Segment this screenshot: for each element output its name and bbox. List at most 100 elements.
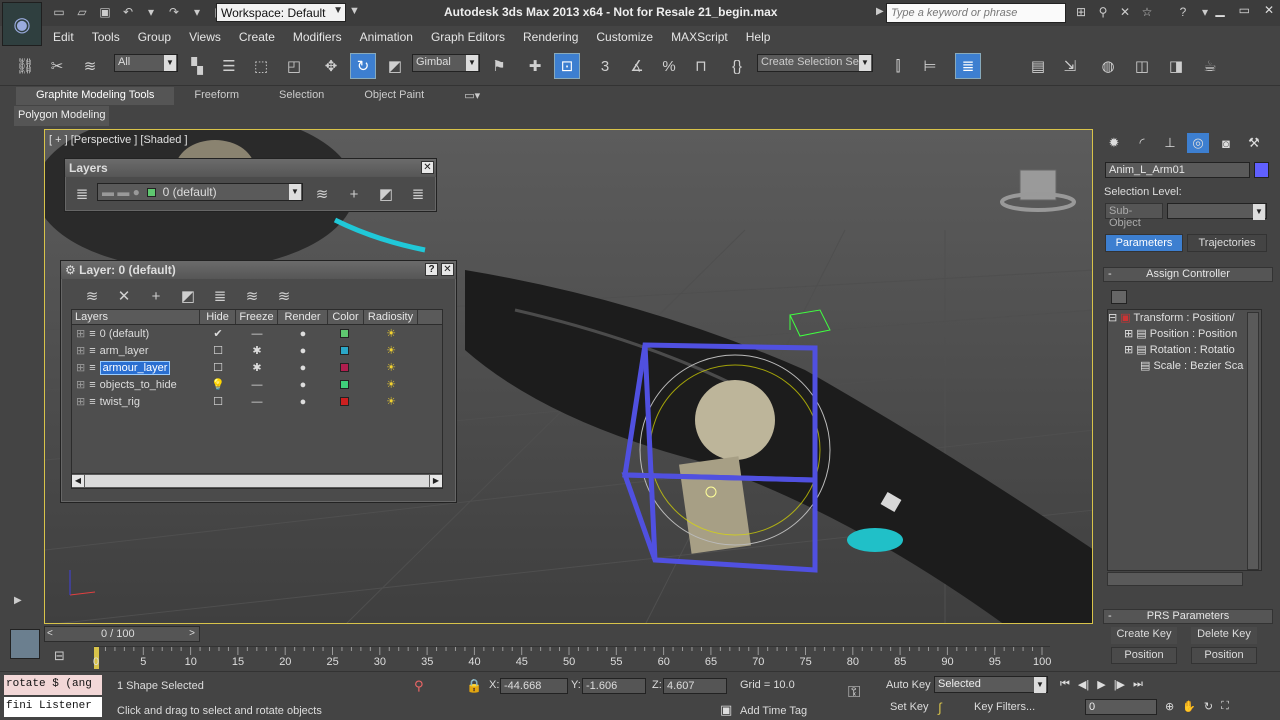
menu-graph-editors[interactable]: Graph Editors — [422, 27, 514, 47]
render-teapot-icon[interactable]: ● — [278, 328, 328, 340]
rect-region-icon[interactable]: ⬚ — [248, 53, 274, 79]
layers-toolbar-title[interactable]: Layers ✕ — [65, 159, 436, 177]
current-frame-input[interactable]: 0 — [1085, 699, 1157, 715]
zoom-icon[interactable]: ⊕ — [1165, 700, 1174, 713]
link-icon[interactable]: ⛓ — [12, 53, 38, 79]
utilities-tab-icon[interactable]: ⚒ — [1243, 133, 1265, 153]
freeze-toggle[interactable]: — — [236, 328, 278, 340]
select-highlighted-icon[interactable]: ◩ — [175, 283, 201, 309]
orbit-icon[interactable]: ↻ — [1204, 700, 1213, 713]
create-position-key-button[interactable]: Position — [1111, 647, 1177, 664]
render-teapot-icon[interactable]: ● — [278, 345, 328, 357]
set-key-icon[interactable]: ⚿ — [848, 684, 860, 702]
pan-icon[interactable]: ✋ — [1182, 700, 1196, 713]
edit-named-sets-icon[interactable]: {} — [724, 53, 750, 79]
binoculars-icon[interactable]: ⊞ — [1072, 3, 1090, 21]
radiosity-icon[interactable]: ☀ — [364, 361, 418, 374]
scroll-right-icon[interactable]: ▶ — [430, 475, 442, 487]
x-coord-input[interactable]: -44.668 — [500, 678, 568, 694]
render-setup-icon[interactable]: ◨ — [1163, 53, 1189, 79]
layer-name[interactable]: armour_layer — [99, 360, 171, 375]
toggle-layer-manager-icon[interactable]: ≣ — [955, 53, 981, 79]
tab-selection[interactable]: Selection — [259, 87, 344, 105]
select-manipulate-icon[interactable]: ✚ — [522, 53, 548, 79]
menu-views[interactable]: Views — [180, 27, 230, 47]
keyboard-shortcut-icon[interactable]: ⊡ — [554, 53, 580, 79]
object-color-swatch[interactable] — [1254, 162, 1269, 178]
time-slider[interactable]: < 0 / 100 > — [44, 626, 200, 642]
create-layer-selection-icon[interactable]: ≋ — [309, 181, 335, 207]
menu-maxscript[interactable]: MAXScript — [662, 27, 737, 47]
current-layer-dropdown[interactable]: ▬ ▬ ● 0 (default) ▼ — [97, 183, 303, 201]
selection-filter-dropdown[interactable]: All ▼ — [114, 54, 178, 72]
set-current-layer-icon[interactable]: ≣ — [405, 181, 431, 207]
redo-dropdown-icon[interactable]: ▾ — [188, 3, 206, 21]
menu-modifiers[interactable]: Modifiers — [284, 27, 351, 47]
tree-item-scale[interactable]: ▤ Scale : Bezier Sca — [1108, 358, 1261, 374]
key-icon[interactable]: ⚲ — [1094, 3, 1112, 21]
maxscript-listener-input[interactable]: rotate $ (ang — [4, 675, 102, 695]
minimize-icon[interactable]: ▁ — [1215, 3, 1224, 17]
select-in-layer-icon[interactable]: ◩ — [373, 181, 399, 207]
render-teapot-icon[interactable]: ● — [278, 379, 328, 391]
menu-animation[interactable]: Animation — [351, 27, 422, 47]
scale-icon[interactable]: ◩ — [382, 53, 408, 79]
bind-spacewarp-icon[interactable]: ≋ — [77, 53, 103, 79]
exchange-icon[interactable]: ✕ — [1116, 3, 1134, 21]
app-menu-button[interactable]: ◉ — [2, 2, 42, 46]
search-expand-icon[interactable]: ▶ — [876, 6, 884, 17]
trajectories-tab[interactable]: Trajectories — [1187, 234, 1267, 252]
tree-expand-icon[interactable]: ⊞ — [1124, 344, 1133, 356]
parameters-tab[interactable]: Parameters — [1105, 234, 1183, 252]
scroll-thumb[interactable] — [85, 475, 429, 487]
undo-icon[interactable]: ↶ — [119, 3, 137, 21]
add-to-layer-icon[interactable]: + — [341, 181, 367, 207]
controller-tree-vscrollbar[interactable] — [1247, 312, 1259, 570]
redo-icon[interactable]: ↷ — [165, 3, 183, 21]
highlight-selected-icon[interactable]: ≣ — [207, 283, 233, 309]
hide-checkbox[interactable]: ☐ — [200, 361, 236, 374]
spinner-snap-icon[interactable]: ⊓ — [688, 53, 714, 79]
graphite-toggle-icon[interactable]: ▤ — [1025, 53, 1051, 79]
column-freeze[interactable]: Freeze — [236, 310, 278, 324]
tree-expand-icon[interactable]: ⊞ — [76, 361, 85, 374]
viewport-label[interactable]: [ + ] [Perspective ] [Shaded ] — [49, 134, 188, 146]
create-tab-icon[interactable]: ✹ — [1103, 133, 1125, 153]
isolate-selection-icon[interactable]: ⚲ — [414, 678, 424, 694]
play-icon[interactable]: ▶ — [1097, 678, 1105, 691]
maxscript-listener-output[interactable]: fini Listener — [4, 697, 102, 717]
window-crossing-icon[interactable]: ◰ — [281, 53, 307, 79]
workspace-dropdown[interactable]: Workspace: Default ▼ — [216, 3, 346, 22]
sub-object-button[interactable]: Sub-Object — [1105, 203, 1163, 229]
freeze-all-layers-icon[interactable]: ≋ — [271, 283, 297, 309]
modify-tab-icon[interactable]: ◜ — [1131, 133, 1153, 153]
close-icon[interactable]: ✕ — [421, 161, 434, 174]
save-file-icon[interactable]: ▣ — [96, 3, 114, 21]
layer-name[interactable]: objects_to_hide — [100, 379, 177, 391]
unlink-icon[interactable]: ✂ — [44, 53, 70, 79]
next-key-icon[interactable]: |▶ — [1114, 678, 1125, 691]
select-by-name-icon[interactable]: ☰ — [216, 53, 242, 79]
scroll-left-icon[interactable]: ◀ — [72, 475, 84, 487]
layer-color-swatch[interactable] — [340, 379, 349, 389]
menu-rendering[interactable]: Rendering — [514, 27, 587, 47]
menu-edit[interactable]: Edit — [44, 27, 83, 47]
layer-manager-icon[interactable]: ≣ — [69, 181, 95, 207]
named-selection-set-input[interactable]: Create Selection Se ▼ — [757, 54, 873, 72]
display-tab-icon[interactable]: ◙ — [1215, 133, 1237, 153]
mini-curve-editor-icon[interactable]: ⊟ — [54, 648, 74, 666]
assign-controller-icon[interactable] — [1111, 290, 1127, 304]
radiosity-icon[interactable]: ☀ — [364, 327, 418, 340]
layer-name[interactable]: 0 (default) — [100, 328, 150, 340]
tab-graphite-modeling-tools[interactable]: Graphite Modeling Tools — [16, 87, 175, 105]
layer-row-twist-rig[interactable]: ⊞ ≡ twist_rig ☐ — ● ☀ — [72, 393, 442, 410]
key-filters-button[interactable]: Key Filters... — [974, 701, 1035, 713]
menu-customize[interactable]: Customize — [587, 27, 662, 47]
tree-expand-icon[interactable]: ⊞ — [76, 378, 85, 391]
rotate-icon[interactable]: ↻ — [350, 53, 376, 79]
tree-expand-icon[interactable]: ⊞ — [76, 344, 85, 357]
column-hide[interactable]: Hide — [200, 310, 236, 324]
close-icon[interactable]: ✕ — [441, 263, 454, 276]
render-teapot-icon[interactable]: ● — [278, 362, 328, 374]
pivot-center-icon[interactable]: ⚑ — [486, 53, 512, 79]
